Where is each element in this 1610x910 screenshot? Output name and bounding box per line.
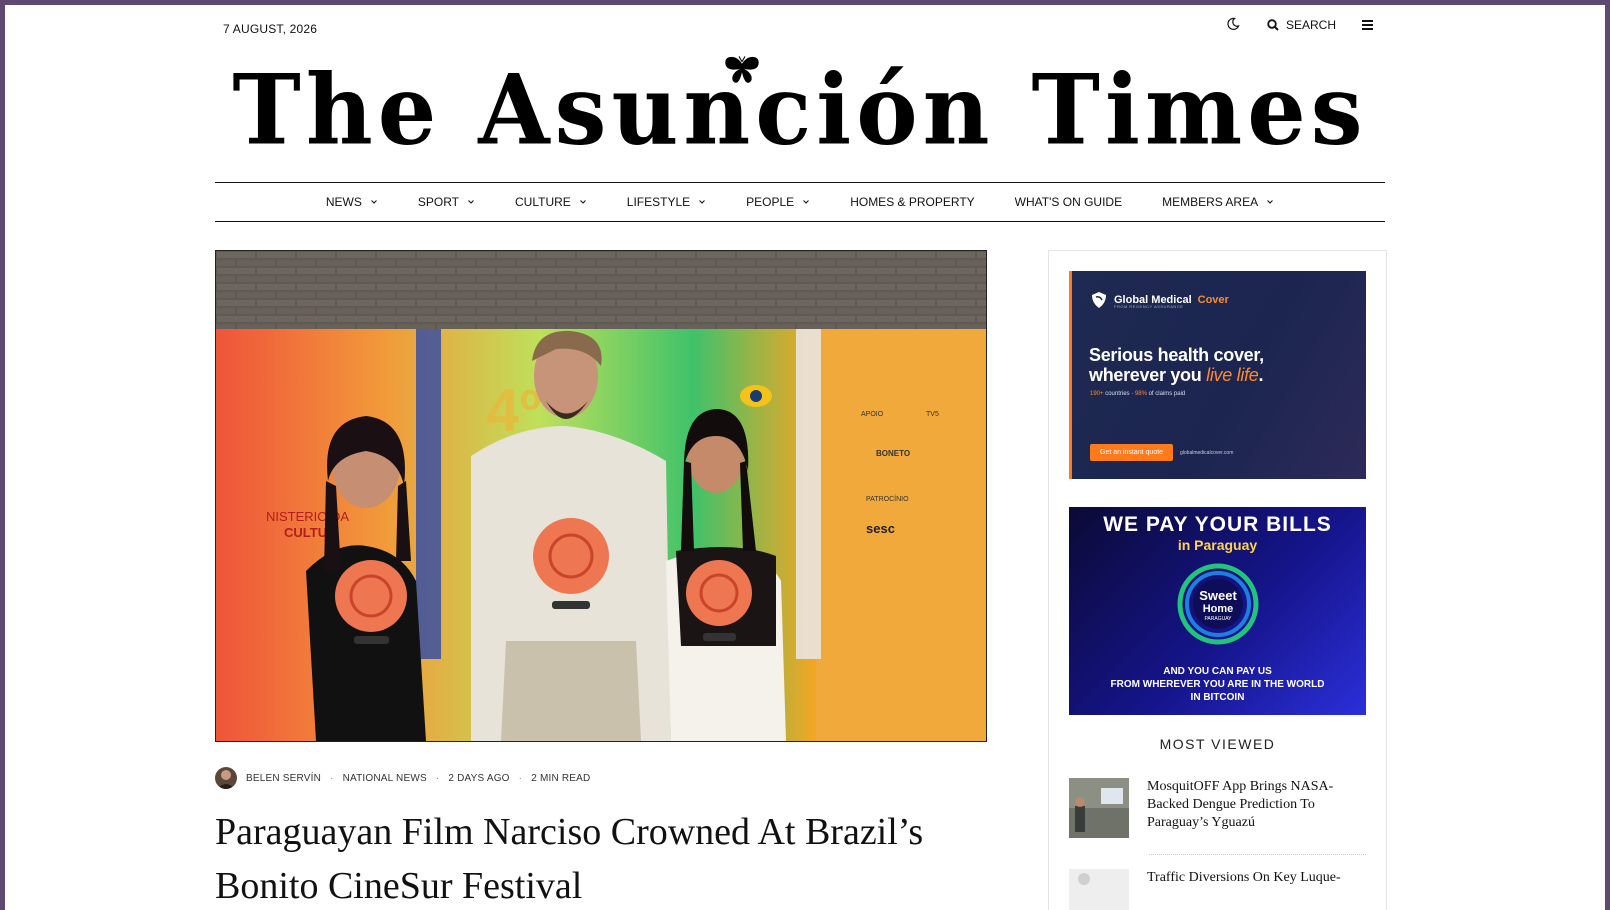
backdrop-label: BONETO bbox=[876, 449, 910, 458]
nav-label: HOMES & PROPERTY bbox=[850, 195, 975, 209]
ad-stat-label: countries bbox=[1105, 391, 1130, 397]
browser-viewport: 7 AUGUST, 2026 SEARCH The Asunción Times bbox=[5, 5, 1605, 910]
ad-headline-accent: live life bbox=[1206, 365, 1259, 385]
featured-article-image[interactable]: 4º NISTERIO DA CULTU APOIO TV5 BONETO PA… bbox=[215, 250, 987, 742]
nav-label: MEMBERS AREA bbox=[1162, 195, 1259, 209]
nav-culture[interactable]: CULTURE bbox=[495, 195, 607, 209]
ad-footer: AND YOU CAN PAY US FROM WHEREVER YOU ARE… bbox=[1069, 665, 1366, 704]
logo-text: PARAGUAY bbox=[1204, 616, 1232, 622]
ad-headline: Serious health cover, wherever you live … bbox=[1089, 345, 1264, 385]
most-viewed-item[interactable]: MosquitOFF App Brings NASA-Backed Dengue… bbox=[1069, 778, 1366, 838]
nav-label: WHAT'S ON GUIDE bbox=[1014, 195, 1123, 209]
author-name[interactable]: BELEN SERVÍN bbox=[246, 773, 321, 784]
ad-stats: 190+ countries · 98% of claims paid bbox=[1090, 391, 1185, 397]
nav-news[interactable]: NEWS bbox=[306, 195, 398, 209]
ad-brand-accent: Cover bbox=[1197, 294, 1229, 306]
site-logo[interactable]: The Asunción Times bbox=[232, 56, 1367, 159]
masthead[interactable]: The Asunción Times bbox=[215, 45, 1385, 175]
most-viewed-title[interactable]: MosquitOFF App Brings NASA-Backed Dengue… bbox=[1147, 778, 1366, 838]
ad-stat-value: 98% bbox=[1134, 391, 1147, 397]
article-headline[interactable]: Paraguayan Film Narciso Crowned At Brazi… bbox=[215, 805, 1015, 910]
thumbnail-image bbox=[1069, 869, 1129, 910]
ad-headline-line1: Serious health cover, bbox=[1089, 345, 1264, 365]
most-viewed-heading: MOST VIEWED bbox=[1159, 736, 1276, 752]
search-icon bbox=[1267, 19, 1279, 31]
divider bbox=[1149, 854, 1366, 855]
article-read-time: 2 MIN READ bbox=[531, 772, 591, 784]
nav-label: PEOPLE bbox=[746, 195, 795, 209]
backdrop-label: TV5 bbox=[926, 411, 939, 418]
nav-people[interactable]: PEOPLE bbox=[726, 195, 830, 209]
ad-url: globalmedicalcover.com bbox=[1180, 450, 1234, 456]
author-avatar[interactable] bbox=[215, 767, 237, 789]
hamburger-icon[interactable] bbox=[1361, 18, 1375, 32]
ad-cta-button[interactable]: Get an instant quote bbox=[1090, 444, 1174, 461]
current-date: 7 AUGUST, 2026 bbox=[223, 22, 318, 36]
nav-label: LIFESTYLE bbox=[626, 195, 691, 209]
nav-members-area[interactable]: MEMBERS AREA bbox=[1142, 195, 1294, 209]
ad-footer-line: FROM WHEREVER YOU ARE IN THE WORLD bbox=[1110, 679, 1325, 690]
award-photo: 4º NISTERIO DA CULTU APOIO TV5 BONETO PA… bbox=[216, 251, 986, 741]
nav-homes-property[interactable]: HOMES & PROPERTY bbox=[830, 195, 994, 209]
ad-title: WE PAY YOUR BILLS bbox=[1103, 513, 1332, 536]
ad-footer-line: IN BITCOIN bbox=[1190, 692, 1245, 703]
nav-lifestyle[interactable]: LIFESTYLE bbox=[607, 195, 726, 209]
meta-separator: · bbox=[330, 772, 334, 784]
backdrop-text: CULTU bbox=[284, 525, 327, 540]
chevron-down-icon bbox=[468, 200, 474, 204]
article-time-ago: 2 DAYS AGO bbox=[448, 772, 510, 784]
backdrop-label: PATROCÍNIO bbox=[866, 494, 909, 503]
search-label: SEARCH bbox=[1286, 18, 1337, 32]
site-logo-text: The Asunción Times bbox=[232, 53, 1368, 167]
article-meta: BELEN SERVÍN · NATIONAL NEWS · 2 DAYS AG… bbox=[215, 767, 590, 789]
chevron-down-icon bbox=[699, 200, 706, 204]
thumbnail-image bbox=[1069, 778, 1129, 838]
butterfly-icon bbox=[725, 56, 760, 83]
chevron-down-icon bbox=[579, 200, 586, 204]
search-button[interactable]: SEARCH bbox=[1267, 18, 1336, 32]
sweet-home-logo: Sweet Home PARAGUAY bbox=[1177, 563, 1259, 645]
backdrop-label: APOIO bbox=[861, 411, 884, 418]
moon-icon[interactable] bbox=[1226, 17, 1240, 31]
nav-sport[interactable]: SPORT bbox=[398, 195, 495, 209]
most-viewed-thumbnail[interactable] bbox=[1069, 869, 1129, 910]
most-viewed-title[interactable]: Traffic Diversions On Key Luque- bbox=[1147, 869, 1341, 910]
top-bar: 7 AUGUST, 2026 SEARCH bbox=[5, 5, 1605, 45]
ad-global-medical-cover[interactable]: Global Medical Cover FROM REGENCY ASSURA… bbox=[1069, 271, 1366, 479]
nav-label: CULTURE bbox=[515, 195, 571, 209]
author-photo bbox=[217, 770, 235, 789]
most-viewed-thumbnail[interactable] bbox=[1069, 778, 1129, 838]
ad-brand-sub: FROM REGENCY ASSURANCE bbox=[1114, 304, 1184, 309]
ad-headline-line2: wherever you live life. bbox=[1089, 365, 1264, 385]
article-category[interactable]: NATIONAL NEWS bbox=[343, 773, 427, 784]
chevron-down-icon bbox=[803, 200, 810, 204]
nav-label: SPORT bbox=[417, 195, 460, 209]
main-navigation: NEWS SPORT CULTURE LIFESTYLE PEOPLE HOME… bbox=[215, 182, 1385, 222]
logo-text: Sweet bbox=[1199, 588, 1237, 603]
shield-icon bbox=[1092, 292, 1106, 308]
ad-stat-value: 190+ bbox=[1090, 391, 1104, 397]
ad-headline-text: wherever you bbox=[1089, 365, 1202, 385]
ad-subtitle: in Paraguay bbox=[1177, 537, 1258, 553]
nav-whats-on-guide[interactable]: WHAT'S ON GUIDE bbox=[995, 195, 1142, 209]
backdrop-label: sesc bbox=[866, 521, 895, 536]
most-viewed-item[interactable]: Traffic Diversions On Key Luque- bbox=[1069, 869, 1366, 910]
logo-text: Home bbox=[1203, 603, 1234, 615]
chevron-down-icon bbox=[1267, 200, 1273, 204]
sidebar: Global Medical Cover FROM REGENCY ASSURA… bbox=[1048, 250, 1387, 910]
ad-stat-label: of claims paid bbox=[1148, 391, 1186, 397]
ad-headline-end: . bbox=[1258, 365, 1264, 385]
ad-sweet-home-paraguay[interactable]: WE PAY YOUR BILLS in Paraguay Sweet Home… bbox=[1069, 507, 1366, 715]
chevron-down-icon bbox=[371, 200, 377, 204]
meta-separator: · bbox=[518, 772, 523, 784]
meta-separator: · bbox=[435, 772, 440, 784]
ad-footer-line: AND YOU CAN PAY US bbox=[1163, 666, 1272, 677]
nav-label: NEWS bbox=[325, 195, 362, 209]
